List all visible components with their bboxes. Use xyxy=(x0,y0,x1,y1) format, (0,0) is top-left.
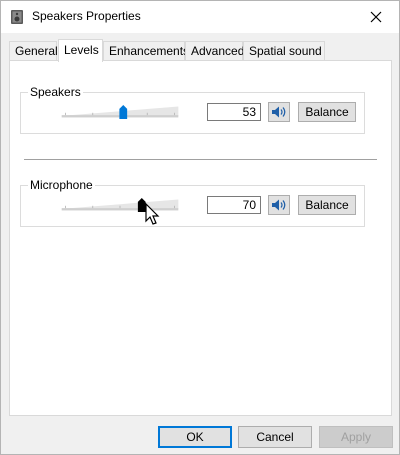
slider-tick xyxy=(92,205,94,209)
close-button[interactable] xyxy=(353,1,399,32)
speakers-volume-value[interactable]: 53 xyxy=(207,103,261,121)
speakers-group: Speakers 53 Balance xyxy=(20,85,365,134)
slider-tick xyxy=(174,205,175,209)
microphone-volume-slider[interactable] xyxy=(45,198,195,212)
speakers-mute-button[interactable] xyxy=(268,102,290,122)
microphone-mute-button[interactable] xyxy=(268,195,290,215)
slider-tick xyxy=(65,112,66,116)
slider-tick xyxy=(119,205,121,209)
tab-advanced[interactable]: Advanced xyxy=(185,41,244,61)
slider-tick xyxy=(146,112,148,116)
speakers-balance-button[interactable]: Balance xyxy=(298,102,356,122)
speaker-device-icon xyxy=(11,10,23,24)
ok-button[interactable]: OK xyxy=(158,426,232,448)
microphone-balance-button[interactable]: Balance xyxy=(298,195,356,215)
properties-window: Speakers Properties General Levels Enhan… xyxy=(0,0,400,455)
section-divider xyxy=(24,159,377,160)
tab-general[interactable]: General xyxy=(9,41,58,61)
mouse-cursor-icon xyxy=(145,203,160,225)
close-icon xyxy=(370,11,382,22)
title-bar[interactable]: Speakers Properties xyxy=(1,1,399,33)
speaker-icon xyxy=(272,199,286,211)
speakers-volume-slider[interactable] xyxy=(45,105,195,119)
tab-levels[interactable]: Levels xyxy=(58,39,103,62)
microphone-label: Microphone xyxy=(28,178,95,192)
speaker-icon xyxy=(272,106,286,118)
microphone-group: Microphone 70 Balance xyxy=(20,178,365,227)
tab-spatial-sound[interactable]: Spatial sound xyxy=(243,41,325,61)
tab-enhancements[interactable]: Enhancements xyxy=(103,41,189,61)
apply-button[interactable]: Apply xyxy=(319,426,393,448)
slider-tick xyxy=(174,112,175,116)
microphone-volume-value[interactable]: 70 xyxy=(207,196,261,214)
slider-tick xyxy=(65,205,66,209)
window-title: Speakers Properties xyxy=(32,9,141,23)
speakers-label: Speakers xyxy=(28,85,83,99)
cancel-button[interactable]: Cancel xyxy=(238,426,312,448)
slider-tick xyxy=(92,112,94,116)
speakers-slider-thumb[interactable] xyxy=(119,105,128,119)
levels-panel: Speakers 53 Balance Microphone 70 Balanc… xyxy=(9,60,392,416)
